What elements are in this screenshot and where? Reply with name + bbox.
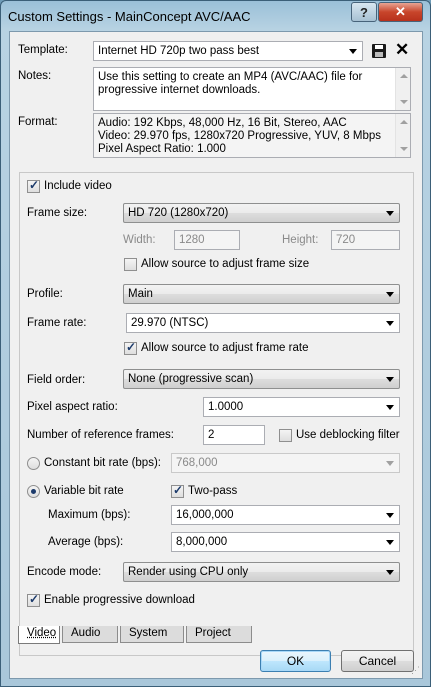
tab-project[interactable]: Project [186, 626, 252, 643]
scroll-up-icon[interactable] [400, 74, 408, 78]
template-dropdown[interactable]: Internet HD 720p two pass best [93, 41, 363, 61]
frame-size-dropdown[interactable]: HD 720 (1280x720) [123, 203, 400, 223]
delete-icon[interactable]: ✕ [395, 41, 409, 58]
close-icon: ✕ [395, 4, 406, 19]
title-bar[interactable]: Custom Settings - MainConcept AVC/AAC ? … [1, 1, 430, 31]
cancel-button[interactable]: Cancel [341, 650, 414, 672]
scroll-up-icon[interactable] [400, 120, 408, 124]
vbr-radio[interactable] [27, 485, 40, 498]
chevron-down-icon [386, 570, 394, 575]
reference-frames-input[interactable]: 2 [203, 425, 265, 445]
cbr-dropdown[interactable]: 768,000 [171, 453, 400, 473]
chevron-down-icon [386, 513, 394, 518]
progressive-download-label: Enable progressive download [44, 594, 195, 606]
average-bps-dropdown[interactable]: 8,000,000 [171, 532, 400, 552]
format-textarea: Audio: 192 Kbps, 48,000 Hz, 16 Bit, Ster… [93, 113, 411, 158]
frame-size-label: Frame size: [27, 207, 88, 219]
width-input[interactable]: 1280 [174, 230, 240, 250]
template-label: Template: [18, 44, 68, 56]
chevron-down-icon [386, 321, 394, 326]
pixel-aspect-value: 1.0000 [208, 401, 244, 413]
tab-video[interactable]: Video [18, 626, 60, 644]
width-label: Width: [123, 234, 156, 246]
window-title: Custom Settings - MainConcept AVC/AAC [8, 9, 251, 24]
dialog-client: Template: Internet HD 720p two pass best… [9, 31, 423, 679]
format-line: Audio: 192 Kbps, 48,000 Hz, 16 Bit, Ster… [98, 117, 347, 129]
chevron-down-icon [386, 211, 394, 216]
allow-frame-size-checkbox[interactable] [124, 258, 137, 271]
scroll-down-icon[interactable] [400, 100, 408, 104]
chevron-down-icon [386, 540, 394, 545]
cbr-value: 768,000 [176, 457, 218, 469]
frame-rate-dropdown[interactable]: 29.970 (NTSC) [126, 313, 400, 333]
allow-frame-rate-checkbox[interactable] [124, 340, 137, 355]
width-value: 1280 [179, 234, 205, 246]
notes-scrollbar[interactable] [395, 68, 410, 110]
encode-mode-value: Render using CPU only [128, 566, 249, 578]
tab-audio[interactable]: Audio [62, 626, 118, 643]
pixel-aspect-dropdown[interactable]: 1.0000 [203, 397, 400, 417]
frame-size-value: HD 720 (1280x720) [128, 207, 229, 219]
encode-mode-dropdown[interactable]: Render using CPU only [123, 562, 400, 582]
notes-line: progressive internet downloads. [98, 84, 261, 96]
encode-mode-label: Encode mode: [27, 566, 102, 578]
average-bps-label: Average (bps): [48, 536, 124, 548]
format-line: Video: 29.970 fps, 1280x720 Progressive,… [98, 130, 382, 142]
template-value: Internet HD 720p two pass best [98, 45, 260, 57]
notes-textarea[interactable]: Use this setting to create an MP4 (AVC/A… [93, 67, 411, 111]
include-video-checkbox[interactable] [27, 178, 40, 193]
field-order-dropdown[interactable]: None (progressive scan) [123, 369, 400, 389]
scroll-down-icon[interactable] [400, 147, 408, 151]
deblocking-checkbox[interactable] [279, 429, 292, 442]
format-scrollbar[interactable] [395, 114, 410, 157]
profile-value: Main [128, 288, 153, 300]
chevron-down-icon [386, 377, 394, 382]
average-bps-value: 8,000,000 [176, 536, 228, 548]
vbr-label: Variable bit rate [44, 485, 124, 497]
resize-grip-icon[interactable]: ⋰ [411, 665, 420, 676]
notes-line: Use this setting to create an MP4 (AVC/A… [98, 71, 363, 83]
dialog-window: Custom Settings - MainConcept AVC/AAC ? … [0, 0, 431, 687]
chevron-down-icon [386, 292, 394, 297]
frame-rate-value: 29.970 (NTSC) [131, 317, 209, 329]
video-settings-panel: Include video Frame size: HD 720 (1280x7… [19, 172, 414, 656]
progressive-download-checkbox[interactable] [27, 592, 40, 607]
tab-system[interactable]: System [120, 626, 184, 643]
two-pass-label: Two-pass [188, 485, 238, 497]
chevron-down-icon [386, 461, 394, 466]
pixel-aspect-label: Pixel aspect ratio: [27, 401, 118, 413]
help-icon: ? [360, 4, 368, 20]
notes-label: Notes: [18, 70, 52, 82]
profile-label: Profile: [27, 288, 63, 300]
include-video-label: Include video [44, 180, 112, 192]
maximum-bps-dropdown[interactable]: 16,000,000 [171, 505, 400, 525]
height-input[interactable]: 720 [331, 230, 400, 250]
format-label: Format: [18, 116, 58, 128]
format-line: Pixel Aspect Ratio: 1.000 [98, 143, 226, 155]
close-button[interactable]: ✕ [378, 2, 423, 22]
cbr-radio[interactable] [27, 457, 40, 470]
cbr-label: Constant bit rate (bps): [44, 457, 161, 469]
reference-frames-value: 2 [208, 429, 215, 441]
chevron-down-icon [386, 405, 394, 410]
ok-button[interactable]: OK [260, 650, 331, 672]
chevron-down-icon [349, 49, 357, 54]
field-order-label: Field order: [27, 374, 86, 386]
height-label: Height: [282, 234, 319, 246]
save-icon[interactable] [372, 44, 386, 58]
maximum-bps-value: 16,000,000 [176, 509, 234, 521]
two-pass-checkbox[interactable] [171, 483, 184, 498]
field-order-value: None (progressive scan) [128, 373, 254, 385]
frame-rate-label: Frame rate: [27, 317, 87, 329]
deblocking-label: Use deblocking filter [296, 429, 400, 441]
help-button[interactable]: ? [351, 2, 377, 22]
reference-frames-label: Number of reference frames: [27, 429, 175, 441]
maximum-bps-label: Maximum (bps): [48, 509, 131, 521]
allow-frame-size-label: Allow source to adjust frame size [141, 258, 310, 270]
profile-dropdown[interactable]: Main [123, 284, 400, 304]
allow-frame-rate-label: Allow source to adjust frame rate [141, 342, 309, 354]
height-value: 720 [336, 234, 356, 246]
